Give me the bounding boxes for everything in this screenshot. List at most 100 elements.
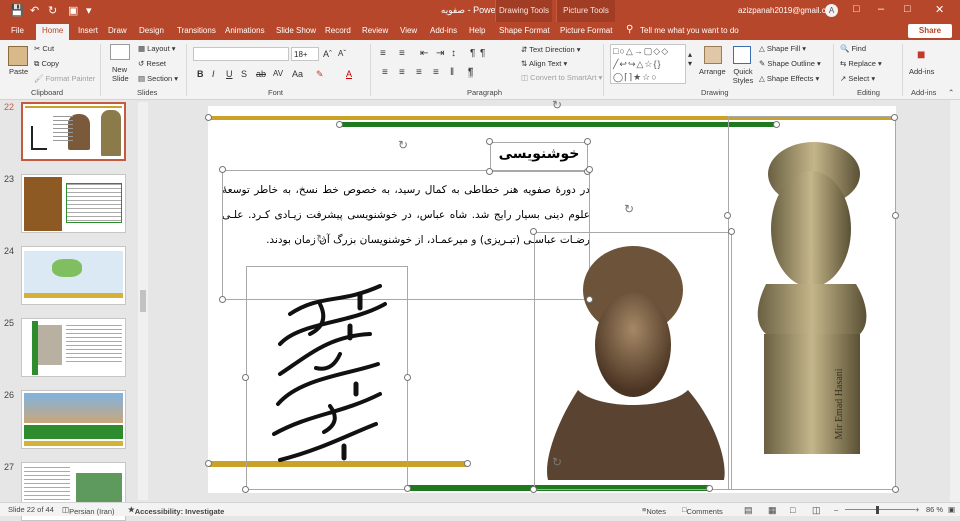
new-slide-button[interactable]: New Slide — [112, 65, 134, 83]
shadow-icon[interactable]: S — [241, 69, 247, 79]
language-indicator[interactable]: ◫ Persian (Iran) — [62, 505, 115, 516]
shape-effects-button[interactable]: △ Shape Effects ▾ — [759, 74, 819, 83]
resize-handle[interactable] — [724, 212, 731, 219]
add-ins-button[interactable]: Add-ins — [909, 67, 934, 76]
slide-thumbnail-24[interactable] — [21, 246, 126, 305]
shrink-font-icon[interactable]: Aˇ — [338, 49, 346, 58]
fit-to-window-icon[interactable]: ▣ — [948, 505, 955, 514]
resize-handle[interactable] — [486, 138, 493, 145]
add-ins-icon[interactable]: ■ — [917, 46, 925, 62]
rotate-handle-icon[interactable]: ↻ — [552, 100, 562, 112]
tell-me-search[interactable]: Tell me what you want to do — [640, 26, 739, 35]
resize-handle[interactable] — [219, 166, 226, 173]
arrange-button[interactable]: Arrange — [699, 67, 726, 76]
zoom-slider-thumb[interactable] — [876, 506, 879, 514]
tab-picture-format[interactable]: Picture Format — [560, 26, 612, 35]
quick-styles-button[interactable]: Quick Styles — [731, 67, 755, 85]
resize-handle[interactable] — [586, 166, 593, 173]
font-color-icon[interactable]: A — [346, 69, 352, 79]
columns-icon[interactable]: ‖ — [450, 67, 454, 78]
bold-icon[interactable]: B — [197, 69, 204, 79]
comments-button[interactable]: □ Comments — [682, 505, 723, 516]
resize-handle[interactable] — [773, 121, 780, 128]
rotate-handle-icon[interactable]: ↻ — [624, 202, 634, 216]
resize-handle[interactable] — [530, 486, 537, 493]
share-button[interactable]: Share — [908, 24, 952, 38]
resize-handle[interactable] — [586, 296, 593, 303]
resize-handle[interactable] — [486, 168, 493, 175]
slide-thumbnail-22[interactable] — [21, 102, 126, 161]
zoom-level[interactable]: 86 % — [926, 505, 943, 514]
quick-styles-icon[interactable] — [733, 46, 751, 64]
resize-handle[interactable] — [205, 114, 212, 121]
scroll-thumb[interactable] — [140, 290, 146, 312]
font-name-select[interactable] — [193, 47, 289, 61]
numbering-icon[interactable]: ≡ — [399, 48, 405, 59]
rotate-handle-icon[interactable]: ↻ — [552, 455, 562, 469]
resize-handle[interactable] — [728, 228, 735, 235]
tab-file[interactable]: File — [11, 26, 24, 35]
spacing-icon[interactable]: AV — [273, 69, 283, 78]
close-icon[interactable]: ✕ — [935, 3, 944, 16]
avatar[interactable]: A — [825, 4, 838, 17]
align-text-button[interactable]: ⇅ Align Text ▾ — [521, 59, 567, 68]
arrange-icon[interactable] — [704, 46, 722, 64]
tab-add-ins[interactable]: Add-ins — [430, 26, 457, 35]
resize-handle[interactable] — [891, 114, 898, 121]
tab-slide-show[interactable]: Slide Show — [276, 26, 316, 35]
copy-button[interactable]: ⧉ Copy — [34, 59, 59, 69]
rtl-direction-icon[interactable]: ¶ — [468, 67, 474, 78]
resize-handle[interactable] — [464, 460, 471, 467]
maximize-icon[interactable]: □ — [904, 3, 911, 15]
tab-home[interactable]: Home — [36, 24, 70, 40]
tab-record[interactable]: Record — [325, 26, 351, 35]
replace-button[interactable]: ⇆ Replace ▾ — [840, 59, 882, 68]
thumbnail-scrollbar[interactable] — [138, 102, 148, 500]
resize-handle[interactable] — [336, 121, 343, 128]
tab-insert[interactable]: Insert — [78, 26, 98, 35]
green-bar-top[interactable] — [340, 122, 776, 127]
slide[interactable]: خوشنویسی در دورهٔ صفویه هنر خطاطی به کما… — [205, 100, 899, 493]
underline-icon[interactable]: U — [226, 69, 233, 79]
reset-button[interactable]: ↺ Reset — [138, 59, 166, 68]
resize-handle[interactable] — [205, 460, 212, 467]
format-painter-button[interactable]: 🖌 Format Painter — [34, 74, 95, 83]
grow-font-icon[interactable]: Aˆ — [323, 49, 332, 59]
italic-icon[interactable]: I — [212, 69, 215, 79]
decrease-indent-icon[interactable]: ⇤ — [420, 48, 428, 59]
resize-handle[interactable] — [584, 138, 591, 145]
resize-handle[interactable] — [242, 374, 249, 381]
increase-indent-icon[interactable]: ⇥ — [436, 48, 444, 59]
tab-draw[interactable]: Draw — [108, 26, 127, 35]
resize-handle[interactable] — [404, 485, 411, 492]
slide-thumbnail-23[interactable] — [21, 174, 126, 233]
resize-handle[interactable] — [219, 296, 226, 303]
section-button[interactable]: ▤ Section ▾ — [138, 74, 178, 83]
tab-view[interactable]: View — [400, 26, 417, 35]
resize-handle[interactable] — [706, 485, 713, 492]
shape-fill-button[interactable]: △ Shape Fill ▾ — [759, 44, 806, 53]
slideshow-view-icon[interactable]: ◫ — [812, 505, 821, 516]
tab-transitions[interactable]: Transitions — [177, 26, 216, 35]
convert-smartart-button[interactable]: ◫ Convert to SmartArt ▾ — [521, 73, 602, 82]
collapse-ribbon-icon[interactable]: ⌃ — [948, 88, 954, 97]
bullets-icon[interactable]: ≡ — [380, 48, 386, 59]
strikethrough-icon[interactable]: ab — [256, 69, 266, 79]
rotate-handle-icon[interactable]: ↻ — [316, 232, 326, 246]
paste-button[interactable]: Paste — [9, 67, 28, 76]
zoom-slider[interactable] — [845, 509, 915, 510]
tab-animations[interactable]: Animations — [225, 26, 265, 35]
align-right-icon[interactable]: ≡ — [416, 67, 422, 78]
justify-icon[interactable]: ≡ — [433, 67, 439, 78]
tab-review[interactable]: Review — [362, 26, 388, 35]
tab-help[interactable]: Help — [469, 26, 485, 35]
normal-view-icon[interactable]: ▤ — [744, 505, 753, 516]
accessibility-button[interactable]: ★ Accessibility: Investigate — [128, 505, 224, 516]
slide-sorter-icon[interactable]: ▦ — [768, 505, 777, 516]
paste-icon[interactable] — [8, 46, 28, 66]
reading-view-icon[interactable]: □ — [790, 505, 795, 515]
layout-button[interactable]: ▦ Layout ▾ — [138, 44, 176, 53]
slide-thumbnail-25[interactable] — [21, 318, 126, 377]
resize-handle[interactable] — [404, 374, 411, 381]
tab-design[interactable]: Design — [139, 26, 164, 35]
